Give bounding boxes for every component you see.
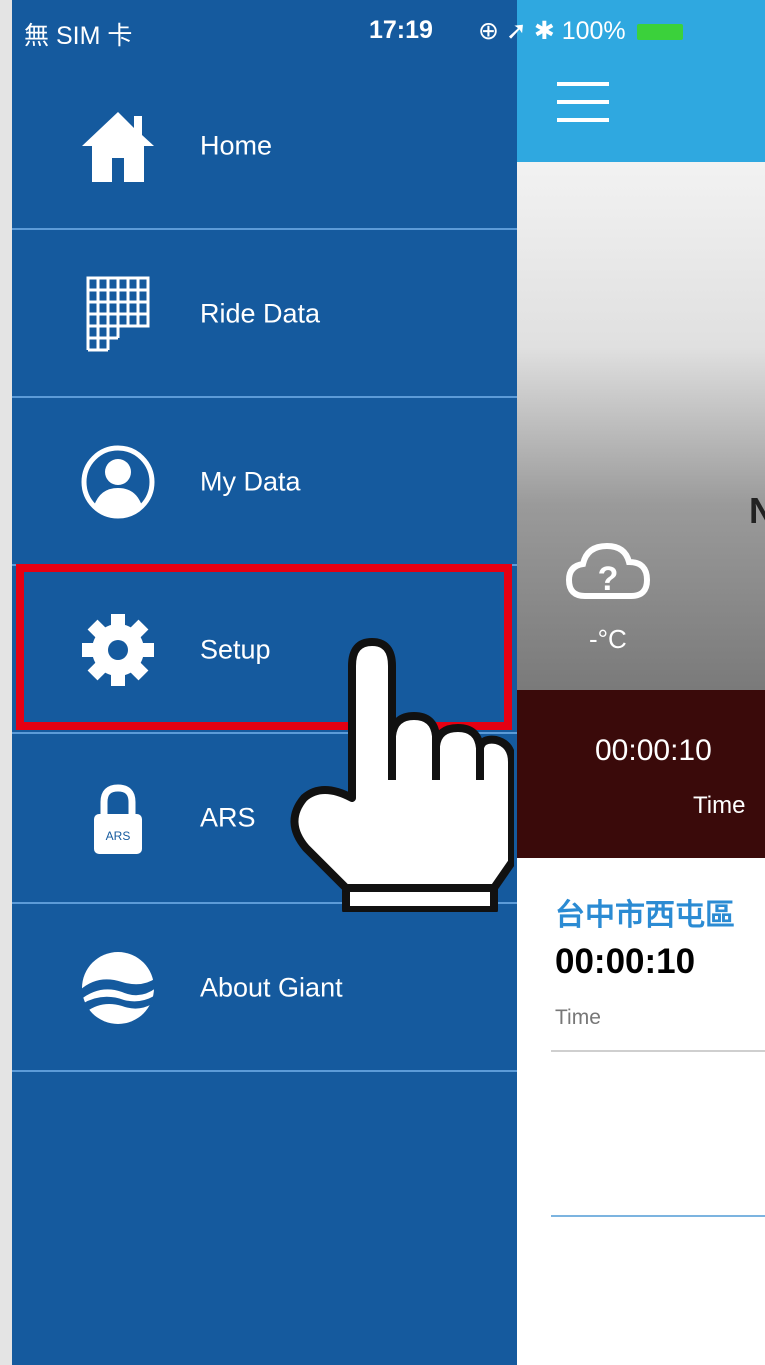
menu-item-label: My Data [200, 466, 301, 497]
menu-item-label: ARS [200, 802, 256, 833]
menu-item-label: About Giant [200, 972, 343, 1003]
location-name: 台中市西屯區 [555, 899, 735, 932]
carrier-text: 無 SIM 卡 [24, 22, 133, 50]
grid-icon [86, 276, 150, 352]
divider [551, 1215, 765, 1217]
ride-stats-bar: 00:00:10 Time [517, 690, 765, 858]
location-time-value: 00:00:10 [555, 942, 696, 981]
location-arrow-icon: ➚ [505, 17, 527, 45]
location-time-label: Time [555, 1006, 601, 1029]
stats-time-label: Time [693, 792, 746, 819]
battery-percent: 100% [561, 17, 626, 45]
menu-item-label: Ride Data [200, 298, 321, 329]
weather-panel: N ? -°C [517, 162, 765, 690]
bluetooth-icon: ✱ [533, 17, 555, 45]
lock-icon: ARS [94, 784, 142, 854]
main-panel: N ? -°C 00:00:10 Time 台中市西屯區 00:00:10 Ti… [517, 0, 765, 1365]
cloud-unknown-icon: ? [565, 542, 651, 599]
menu-divider [12, 1070, 517, 1072]
divider [551, 1050, 765, 1052]
temperature-value: -°C [589, 624, 627, 654]
menu-item-home[interactable]: Home [12, 62, 517, 230]
lock-icon-text: ARS [106, 829, 131, 843]
status-time: 17:19 [369, 16, 433, 44]
menu-item-my-data[interactable]: My Data [12, 398, 517, 566]
app-frame: N ? -°C 00:00:10 Time 台中市西屯區 00:00:10 Ti… [12, 0, 765, 1365]
user-icon [81, 445, 155, 519]
svg-text:?: ? [598, 560, 619, 598]
menu-item-about-giant[interactable]: About Giant [12, 904, 517, 1072]
menu-item-label: Home [200, 130, 273, 161]
rotation-lock-icon: ⊕ [478, 17, 499, 45]
hamburger-menu-icon[interactable] [557, 82, 609, 124]
stats-time-value: 00:00:10 [595, 734, 712, 767]
status-bar: 無 SIM 卡 17:19 ⊕ ➚ ✱ 100% [12, 0, 765, 62]
battery-icon [636, 24, 683, 41]
weather-title-partial: N [749, 490, 765, 531]
status-right: ⊕ ➚ ✱ 100% [478, 16, 683, 46]
menu-item-ride-data[interactable]: Ride Data [12, 230, 517, 398]
pointing-hand-icon [290, 638, 514, 912]
giant-logo-icon [80, 952, 156, 1024]
home-icon [82, 112, 154, 182]
